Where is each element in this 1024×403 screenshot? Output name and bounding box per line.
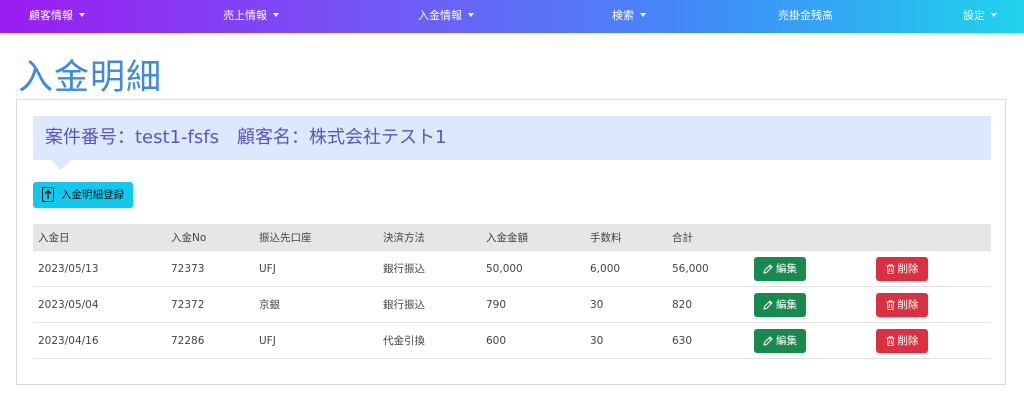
delete-button-label: 削除	[897, 334, 919, 347]
trash-icon	[886, 335, 894, 346]
nav-receivable-balance-label: 売掛金残高	[778, 9, 833, 22]
nav-receivable-balance[interactable]: 売掛金残高	[778, 0, 833, 33]
table-header-row: 入金日 入金No 振込先口座 決済方法 入金金額 手数料 合計	[33, 224, 991, 251]
pencil-icon	[763, 263, 773, 274]
pencil-icon	[763, 335, 773, 346]
cell-amount: 600	[481, 322, 585, 359]
col-header-delete	[871, 224, 991, 251]
col-header-account: 振込先口座	[254, 224, 378, 251]
cell-account: UFJ	[254, 251, 378, 287]
delete-button-label: 削除	[897, 298, 919, 311]
cell-edit: 編集	[749, 251, 871, 287]
edit-button-label: 編集	[776, 298, 797, 311]
col-header-edit	[749, 224, 871, 251]
cell-edit: 編集	[749, 322, 871, 359]
register-button-label: 入金明細登録	[61, 189, 124, 201]
cell-account: 京銀	[254, 286, 378, 323]
cell-fee: 30	[585, 286, 667, 323]
banner-pointer	[51, 160, 71, 170]
delete-button[interactable]: 削除	[876, 328, 928, 353]
cell-no: 72286	[166, 322, 254, 359]
caret-down-icon	[79, 13, 85, 17]
top-navbar: 顧客情報 売上情報 入金情報 検索 売掛金残高 設定	[0, 0, 1024, 33]
cell-method: 代金引換	[378, 322, 481, 359]
cell-total: 630	[667, 322, 749, 359]
edit-button-label: 編集	[776, 262, 797, 275]
caret-down-icon	[468, 13, 474, 17]
table-row: 2023/04/16 72286 UFJ 代金引換 600 30 630 編集 …	[33, 322, 991, 359]
cell-delete: 削除	[871, 322, 991, 359]
cell-total: 56,000	[667, 251, 749, 287]
caret-down-icon	[991, 13, 997, 17]
cell-edit: 編集	[749, 286, 871, 323]
nav-payment-info[interactable]: 入金情報	[418, 0, 474, 33]
nav-search[interactable]: 検索	[612, 0, 646, 33]
cell-amount: 50,000	[481, 251, 585, 287]
caret-down-icon	[640, 13, 646, 17]
col-header-no: 入金No	[166, 224, 254, 251]
cell-date: 2023/05/04	[33, 286, 166, 323]
col-header-total: 合計	[667, 224, 749, 251]
case-info-banner: 案件番号：test1-fsfs 顧客名：株式会社テスト1	[33, 116, 991, 160]
case-info-text: 案件番号：test1-fsfs 顧客名：株式会社テスト1	[45, 127, 447, 148]
cell-delete: 削除	[871, 251, 991, 287]
cell-fee: 6,000	[585, 251, 667, 287]
nav-customer-info-label: 顧客情報	[29, 9, 73, 22]
trash-icon	[886, 299, 894, 310]
cell-date: 2023/04/16	[33, 322, 166, 359]
edit-button-label: 編集	[776, 334, 797, 347]
trash-icon	[886, 263, 894, 274]
upload-icon	[42, 187, 54, 202]
page-title: 入金明細	[18, 58, 163, 98]
nav-payment-info-label: 入金情報	[418, 9, 462, 22]
cell-no: 72372	[166, 286, 254, 323]
cell-total: 820	[667, 286, 749, 323]
table-row: 2023/05/04 72372 京銀 銀行振込 790 30 820 編集 削…	[33, 286, 991, 323]
edit-button[interactable]: 編集	[754, 328, 806, 353]
cell-date: 2023/05/13	[33, 251, 166, 287]
cell-fee: 30	[585, 322, 667, 359]
pencil-icon	[763, 299, 773, 310]
cell-method: 銀行振込	[378, 251, 481, 287]
caret-down-icon	[273, 13, 279, 17]
table-row: 2023/05/13 72373 UFJ 銀行振込 50,000 6,000 5…	[33, 251, 991, 287]
nav-settings[interactable]: 設定	[963, 0, 997, 33]
cell-amount: 790	[481, 286, 585, 323]
nav-settings-label: 設定	[963, 9, 985, 22]
edit-button[interactable]: 編集	[754, 256, 806, 281]
col-header-date: 入金日	[33, 224, 166, 251]
register-payment-detail-button[interactable]: 入金明細登録	[33, 182, 133, 208]
delete-button[interactable]: 削除	[876, 256, 928, 281]
nav-sales-info[interactable]: 売上情報	[223, 0, 279, 33]
cell-method: 銀行振込	[378, 286, 481, 323]
cell-delete: 削除	[871, 286, 991, 323]
nav-customer-info[interactable]: 顧客情報	[29, 0, 85, 33]
cell-no: 72373	[166, 251, 254, 287]
nav-search-label: 検索	[612, 9, 634, 22]
delete-button[interactable]: 削除	[876, 292, 928, 317]
delete-button-label: 削除	[897, 262, 919, 275]
col-header-amount: 入金金額	[481, 224, 585, 251]
payment-detail-table: 入金日 入金No 振込先口座 決済方法 入金金額 手数料 合計 2023/05/…	[33, 224, 991, 359]
col-header-fee: 手数料	[585, 224, 667, 251]
nav-sales-info-label: 売上情報	[223, 9, 267, 22]
cell-account: UFJ	[254, 322, 378, 359]
col-header-method: 決済方法	[378, 224, 481, 251]
edit-button[interactable]: 編集	[754, 292, 806, 317]
